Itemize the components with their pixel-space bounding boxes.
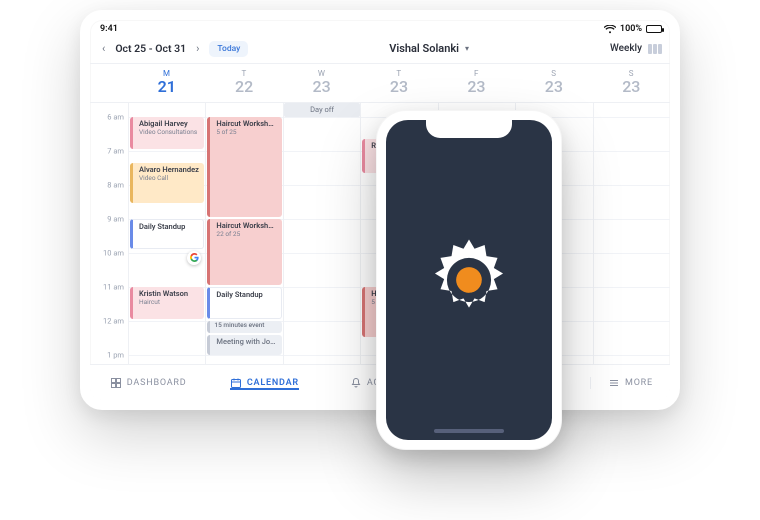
google-icon [187,251,201,265]
event-meeting[interactable]: Meeting with Jo… [207,335,281,355]
gear-logo-icon [423,234,515,326]
event-kristin[interactable]: Kristin WatsonHaircut [130,287,204,319]
battery-icon [646,25,662,33]
day-header-tue[interactable]: T22 [205,64,282,102]
topbar: ‹ Oct 25 - Oct 31 › Today Vishal Solanki… [90,36,670,63]
bell-icon [350,377,362,389]
day-header-mon[interactable]: M21 [128,64,205,102]
home-indicator [434,429,504,433]
event-workshop-2[interactable]: Haircut Workshops22 of 25 [207,219,281,285]
dashboard-icon [110,377,122,389]
nav-dashboard[interactable]: DASHBOARD [90,377,206,389]
phone-screen [386,120,552,440]
view-label: Weekly [610,43,642,54]
menu-icon [608,377,620,389]
nav-more[interactable]: MORE [590,377,670,389]
event-abigail[interactable]: Abigail HarveyVideo Consultations [130,117,204,149]
allday-dayoff[interactable]: Day off [284,103,360,117]
user-name: Vishal Solanki [389,42,459,55]
day-header-wed[interactable]: W23 [283,64,360,102]
date-range[interactable]: Oct 25 - Oct 31 [115,42,186,55]
event-standup-mon[interactable]: Daily Standup [130,219,204,249]
day-col-sun[interactable] [593,103,670,371]
wifi-icon [604,25,616,34]
status-bar: 9:41 100% [90,20,670,36]
next-week-button[interactable]: › [192,40,203,57]
prev-week-button[interactable]: ‹ [98,40,109,57]
day-col-tue[interactable]: Haircut Workshops5 of 25 Haircut Worksho… [205,103,282,371]
phone-notch [426,120,512,138]
event-alvaro[interactable]: Alvaro HernandezVideo Call [130,163,204,203]
status-time: 9:41 [100,24,118,34]
day-col-mon[interactable]: Abigail HarveyVideo Consultations Alvaro… [128,103,205,371]
battery-percent: 100% [620,24,642,34]
grid-icon [648,44,662,54]
day-col-wed[interactable]: Day off [283,103,360,371]
day-header-thu[interactable]: T23 [360,64,437,102]
event-fifteen[interactable]: 15 minutes event [207,321,281,333]
chevron-down-icon: ▾ [465,44,469,53]
phone-frame [376,110,562,450]
today-button[interactable]: Today [209,41,248,57]
calendar-icon [230,377,242,389]
time-gutter: 6 am 7 am 8 am 9 am 10 am 11 am 12 am 1 … [90,103,128,371]
status-right: 100% [604,24,662,34]
event-standup-tue[interactable]: Daily Standup [207,287,281,319]
view-selector[interactable]: Weekly [610,43,662,54]
day-header-fri[interactable]: F23 [438,64,515,102]
week-header: M21 T22 W23 T23 F23 S23 S23 [90,63,670,103]
day-header-sat[interactable]: S23 [515,64,592,102]
nav-calendar[interactable]: CALENDAR [206,377,322,389]
event-workshop-1[interactable]: Haircut Workshops5 of 25 [207,117,281,217]
day-header-sun[interactable]: S23 [593,64,670,102]
user-selector[interactable]: Vishal Solanki ▾ [389,42,469,55]
